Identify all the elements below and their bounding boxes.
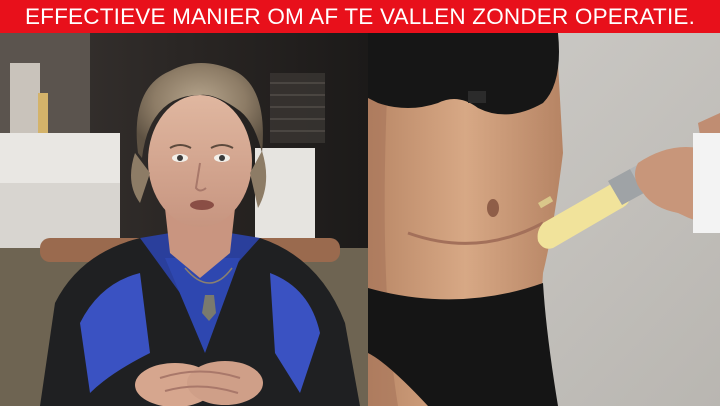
left-photo-woman [0, 33, 368, 406]
headline-text: EFFECTIEVE MANIER OM AF TE VALLEN ZONDER… [24, 3, 696, 29]
headline-banner: EFFECTIEVE MANIER OM AF TE VALLEN ZONDER… [0, 0, 720, 33]
clasped-hands-icon [135, 361, 263, 406]
right-photo-abdomen [368, 33, 720, 406]
abdomen-injection-illustration [368, 33, 720, 406]
woman-portrait-illustration [0, 33, 368, 406]
